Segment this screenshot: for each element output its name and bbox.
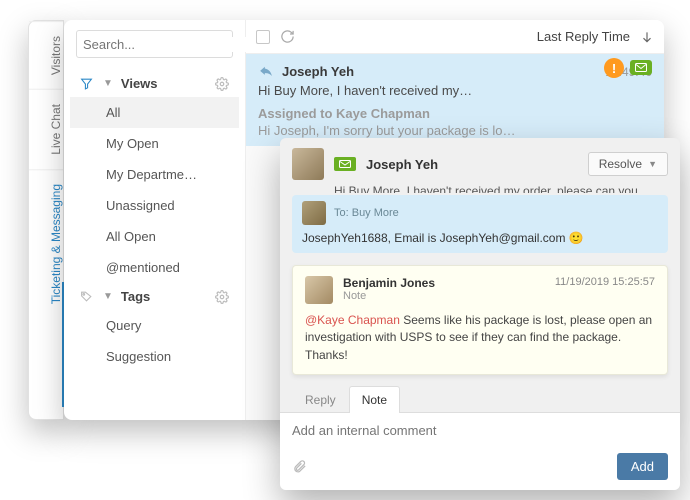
avatar bbox=[302, 201, 326, 225]
conversation-reply-preview: Hi Joseph, I'm sorry but your package is… bbox=[258, 123, 652, 138]
select-all-checkbox[interactable] bbox=[256, 30, 270, 44]
vtab-visitors[interactable]: Visitors bbox=[29, 21, 63, 89]
note-mention[interactable]: @Kaye Chapman bbox=[305, 313, 400, 327]
note-author: Benjamin Jones bbox=[343, 276, 545, 290]
vtab-ticketing[interactable]: Ticketing & Messaging bbox=[29, 169, 63, 318]
gear-icon[interactable] bbox=[215, 77, 229, 91]
tag-suggestion[interactable]: Suggestion bbox=[70, 341, 239, 372]
add-button[interactable]: Add bbox=[617, 453, 668, 480]
search-input[interactable] bbox=[83, 37, 259, 52]
search-input-wrap[interactable] bbox=[76, 30, 233, 58]
gear-icon[interactable] bbox=[215, 290, 229, 304]
vertical-tabs: Visitors Live Chat Ticketing & Messaging bbox=[28, 20, 64, 420]
view-unassigned[interactable]: Unassigned bbox=[70, 190, 239, 221]
avatar bbox=[305, 276, 333, 304]
resolve-label: Resolve bbox=[599, 157, 642, 171]
avatar bbox=[292, 148, 324, 180]
conversation-item[interactable]: Joseph Yeh 10:49:40 ! Hi Buy More, I hav… bbox=[246, 54, 664, 146]
reply-icon bbox=[258, 65, 274, 79]
composer: Add bbox=[280, 413, 680, 490]
list-header: Last Reply Time bbox=[246, 20, 664, 54]
caret-down-icon: ▼ bbox=[103, 291, 113, 302]
view-all-open[interactable]: All Open bbox=[70, 221, 239, 252]
composer-input[interactable] bbox=[292, 423, 668, 453]
chevron-down-icon: ▼ bbox=[648, 159, 657, 169]
resolve-button[interactable]: Resolve ▼ bbox=[588, 152, 668, 176]
views-label: Views bbox=[121, 76, 158, 91]
ticket-detail-card: Joseph Yeh Resolve ▼ Hi Buy More, I have… bbox=[280, 138, 680, 490]
tags-header[interactable]: ▼ Tags bbox=[70, 283, 239, 310]
caret-down-icon: ▼ bbox=[103, 78, 113, 89]
view-my-department[interactable]: My Departme… bbox=[70, 159, 239, 190]
sidebar: ▼ Views All My Open My Departme… Unassig… bbox=[64, 20, 246, 420]
alert-badge-icon: ! bbox=[604, 58, 624, 78]
mail-badge-icon bbox=[630, 60, 652, 75]
conversation-preview: Hi Buy More, I haven't received my… bbox=[258, 83, 652, 98]
view-all[interactable]: All bbox=[70, 97, 239, 128]
views-header[interactable]: ▼ Views bbox=[70, 70, 239, 97]
refresh-icon[interactable] bbox=[280, 29, 295, 44]
sort-label[interactable]: Last Reply Time bbox=[537, 29, 630, 44]
note-kind: Note bbox=[343, 290, 545, 302]
envelope-icon bbox=[334, 157, 356, 171]
view-my-open[interactable]: My Open bbox=[70, 128, 239, 159]
tab-reply[interactable]: Reply bbox=[292, 386, 349, 413]
ticket-header: Joseph Yeh Resolve ▼ bbox=[280, 138, 680, 184]
message-to: To: Buy More bbox=[334, 207, 399, 219]
sort-arrow-down-icon[interactable] bbox=[640, 30, 654, 44]
note-card: Benjamin Jones Note 11/19/2019 15:25:57 … bbox=[292, 265, 668, 375]
tag-icon bbox=[80, 290, 93, 303]
funnel-icon bbox=[80, 77, 93, 90]
ticket-sender: Joseph Yeh bbox=[366, 157, 438, 172]
note-timestamp: 11/19/2019 15:25:57 bbox=[555, 276, 655, 288]
view-mentioned[interactable]: @mentioned bbox=[70, 252, 239, 283]
tag-query[interactable]: Query bbox=[70, 310, 239, 341]
note-body: @Kaye Chapman Seems like his package is … bbox=[305, 312, 655, 364]
conversation-assigned: Assigned to Kaye Chapman bbox=[258, 106, 652, 121]
vtab-livechat[interactable]: Live Chat bbox=[29, 89, 63, 169]
message-block: To: Buy More JosephYeh1688, Email is Jos… bbox=[292, 195, 668, 253]
message-body: JosephYeh1688, Email is JosephYeh@gmail.… bbox=[302, 231, 658, 245]
attach-icon[interactable] bbox=[292, 459, 307, 474]
tab-note[interactable]: Note bbox=[349, 386, 400, 413]
tags-label: Tags bbox=[121, 289, 150, 304]
ticket-subject: Hi Buy More, I haven't received my order… bbox=[280, 184, 680, 193]
conversation-sender: Joseph Yeh bbox=[282, 64, 354, 79]
composer-tabs: Reply Note bbox=[280, 385, 680, 413]
